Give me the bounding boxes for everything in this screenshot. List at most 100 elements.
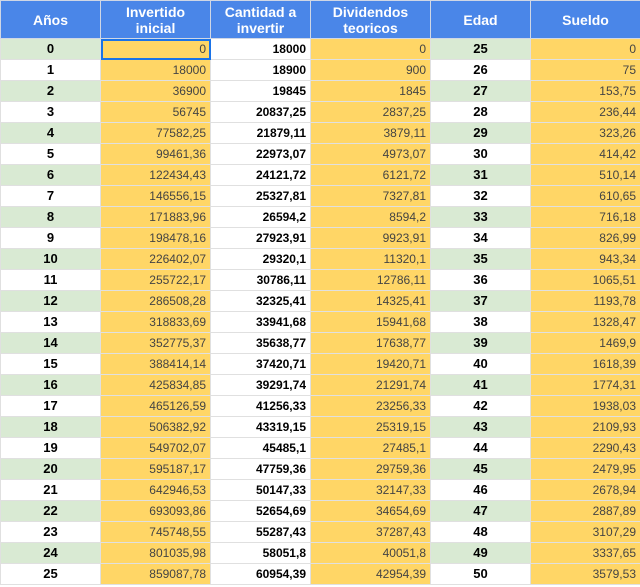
year-cell[interactable]: 25 <box>0 563 101 585</box>
initial-invested-cell[interactable]: 77582,25 <box>100 122 211 144</box>
header-initial-invested[interactable]: Invertido inicial <box>100 0 211 39</box>
amount-to-invest-cell[interactable]: 29320,1 <box>210 248 311 270</box>
initial-invested-cell[interactable]: 255722,17 <box>100 269 211 291</box>
initial-invested-cell[interactable]: 745748,55 <box>100 521 211 543</box>
age-cell[interactable]: 39 <box>430 332 531 354</box>
salary-cell[interactable]: 3107,29 <box>530 521 640 543</box>
initial-invested-cell[interactable]: 859087,78 <box>100 563 211 585</box>
salary-cell[interactable]: 1618,39 <box>530 353 640 375</box>
year-cell[interactable]: 7 <box>0 185 101 207</box>
dividends-cell[interactable]: 29759,36 <box>310 458 431 480</box>
year-cell[interactable]: 9 <box>0 227 101 249</box>
age-cell[interactable]: 50 <box>430 563 531 585</box>
salary-cell[interactable]: 2290,43 <box>530 437 640 459</box>
initial-invested-cell[interactable]: 18000 <box>100 59 211 81</box>
year-cell[interactable]: 3 <box>0 101 101 123</box>
age-cell[interactable]: 49 <box>430 542 531 564</box>
salary-cell[interactable]: 0 <box>530 38 640 60</box>
age-cell[interactable]: 38 <box>430 311 531 333</box>
amount-to-invest-cell[interactable]: 25327,81 <box>210 185 311 207</box>
salary-cell[interactable]: 610,65 <box>530 185 640 207</box>
dividends-cell[interactable]: 37287,43 <box>310 521 431 543</box>
salary-cell[interactable]: 75 <box>530 59 640 81</box>
initial-invested-cell[interactable]: 318833,69 <box>100 311 211 333</box>
amount-to-invest-cell[interactable]: 47759,36 <box>210 458 311 480</box>
dividends-cell[interactable]: 21291,74 <box>310 374 431 396</box>
amount-to-invest-cell[interactable]: 45485,1 <box>210 437 311 459</box>
header-age[interactable]: Edad <box>430 0 531 39</box>
header-years[interactable]: Años <box>0 0 101 39</box>
dividends-cell[interactable]: 7327,81 <box>310 185 431 207</box>
year-cell[interactable]: 11 <box>0 269 101 291</box>
amount-to-invest-cell[interactable]: 20837,25 <box>210 101 311 123</box>
amount-to-invest-cell[interactable]: 30786,11 <box>210 269 311 291</box>
age-cell[interactable]: 27 <box>430 80 531 102</box>
salary-cell[interactable]: 1193,78 <box>530 290 640 312</box>
age-cell[interactable]: 29 <box>430 122 531 144</box>
initial-invested-cell[interactable]: 352775,37 <box>100 332 211 354</box>
year-cell[interactable]: 24 <box>0 542 101 564</box>
year-cell[interactable]: 14 <box>0 332 101 354</box>
amount-to-invest-cell[interactable]: 18900 <box>210 59 311 81</box>
initial-invested-cell[interactable]: 549702,07 <box>100 437 211 459</box>
amount-to-invest-cell[interactable]: 22973,07 <box>210 143 311 165</box>
dividends-cell[interactable]: 14325,41 <box>310 290 431 312</box>
amount-to-invest-cell[interactable]: 39291,74 <box>210 374 311 396</box>
amount-to-invest-cell[interactable]: 27923,91 <box>210 227 311 249</box>
salary-cell[interactable]: 3579,53 <box>530 563 640 585</box>
year-cell[interactable]: 8 <box>0 206 101 228</box>
year-cell[interactable]: 23 <box>0 521 101 543</box>
dividends-cell[interactable]: 9923,91 <box>310 227 431 249</box>
year-cell[interactable]: 17 <box>0 395 101 417</box>
year-cell[interactable]: 18 <box>0 416 101 438</box>
amount-to-invest-cell[interactable]: 60954,39 <box>210 563 311 585</box>
salary-cell[interactable]: 826,99 <box>530 227 640 249</box>
dividends-cell[interactable]: 17638,77 <box>310 332 431 354</box>
age-cell[interactable]: 46 <box>430 479 531 501</box>
age-cell[interactable]: 30 <box>430 143 531 165</box>
salary-cell[interactable]: 1328,47 <box>530 311 640 333</box>
age-cell[interactable]: 48 <box>430 521 531 543</box>
amount-to-invest-cell[interactable]: 21879,11 <box>210 122 311 144</box>
header-theoretical-dividends[interactable]: Dividendos teoricos <box>310 0 431 39</box>
salary-cell[interactable]: 1065,51 <box>530 269 640 291</box>
year-cell[interactable]: 4 <box>0 122 101 144</box>
age-cell[interactable]: 44 <box>430 437 531 459</box>
salary-cell[interactable]: 510,14 <box>530 164 640 186</box>
age-cell[interactable]: 35 <box>430 248 531 270</box>
age-cell[interactable]: 32 <box>430 185 531 207</box>
initial-invested-cell[interactable]: 171883,96 <box>100 206 211 228</box>
age-cell[interactable]: 25 <box>430 38 531 60</box>
dividends-cell[interactable]: 2837,25 <box>310 101 431 123</box>
year-cell[interactable]: 20 <box>0 458 101 480</box>
year-cell[interactable]: 15 <box>0 353 101 375</box>
salary-cell[interactable]: 2479,95 <box>530 458 640 480</box>
year-cell[interactable]: 13 <box>0 311 101 333</box>
dividends-cell[interactable]: 12786,11 <box>310 269 431 291</box>
age-cell[interactable]: 31 <box>430 164 531 186</box>
age-cell[interactable]: 28 <box>430 101 531 123</box>
amount-to-invest-cell[interactable]: 37420,71 <box>210 353 311 375</box>
age-cell[interactable]: 33 <box>430 206 531 228</box>
salary-cell[interactable]: 2678,94 <box>530 479 640 501</box>
age-cell[interactable]: 42 <box>430 395 531 417</box>
dividends-cell[interactable]: 0 <box>310 38 431 60</box>
dividends-cell[interactable]: 42954,39 <box>310 563 431 585</box>
year-cell[interactable]: 19 <box>0 437 101 459</box>
salary-cell[interactable]: 1469,9 <box>530 332 640 354</box>
initial-invested-cell[interactable]: 425834,85 <box>100 374 211 396</box>
initial-invested-cell[interactable]: 198478,16 <box>100 227 211 249</box>
initial-invested-cell[interactable]: 693093,86 <box>100 500 211 522</box>
amount-to-invest-cell[interactable]: 50147,33 <box>210 479 311 501</box>
initial-invested-cell[interactable]: 286508,28 <box>100 290 211 312</box>
dividends-cell[interactable]: 4973,07 <box>310 143 431 165</box>
dividends-cell[interactable]: 19420,71 <box>310 353 431 375</box>
dividends-cell[interactable]: 900 <box>310 59 431 81</box>
initial-invested-cell[interactable]: 465126,59 <box>100 395 211 417</box>
salary-cell[interactable]: 1774,31 <box>530 374 640 396</box>
dividends-cell[interactable]: 23256,33 <box>310 395 431 417</box>
salary-cell[interactable]: 943,34 <box>530 248 640 270</box>
salary-cell[interactable]: 153,75 <box>530 80 640 102</box>
amount-to-invest-cell[interactable]: 32325,41 <box>210 290 311 312</box>
initial-invested-cell[interactable]: 801035,98 <box>100 542 211 564</box>
